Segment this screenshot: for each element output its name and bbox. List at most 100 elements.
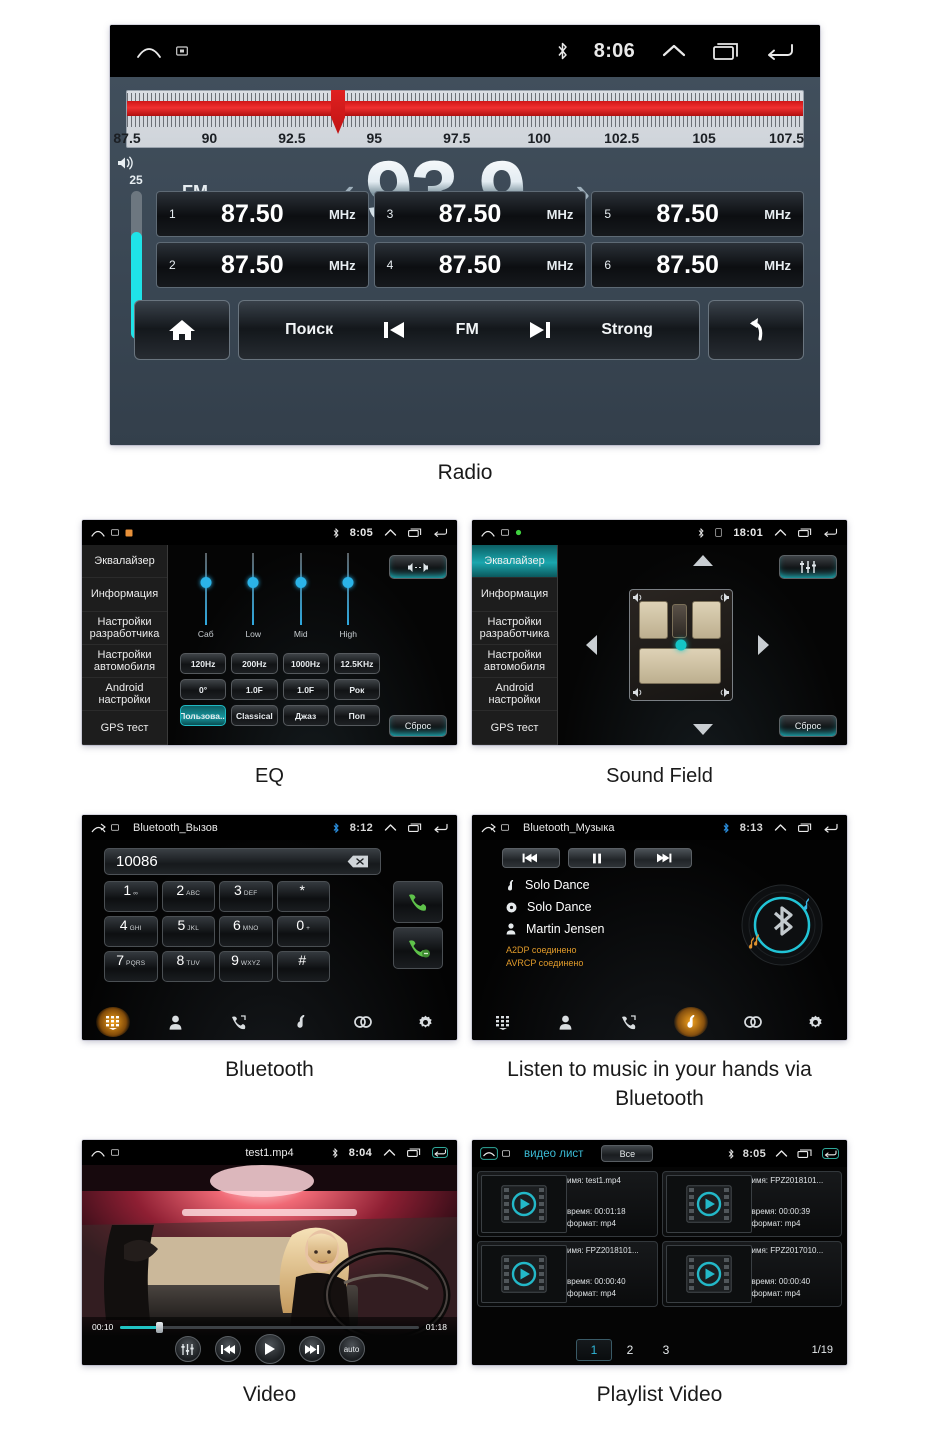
bt-tab-music-icon[interactable] xyxy=(284,1007,318,1037)
eq-button-2[interactable]: 1000Hz xyxy=(282,653,329,674)
dial-key-9[interactable]: 9 WXYZ xyxy=(219,951,273,982)
eq-menu-item-2[interactable]: Настройки разработчика xyxy=(82,612,167,645)
playlist-item[interactable]: имя: FPZ2018101... время: 00:00:39 формат:… xyxy=(661,1171,842,1237)
playlist-item[interactable]: имя: FPZ2017010... время: 00:00:40 формат:… xyxy=(661,1241,842,1307)
eq-slider-knob[interactable] xyxy=(200,577,212,588)
btm-tab-music-icon[interactable] xyxy=(673,1007,708,1037)
eq-reset-button[interactable]: Сброс xyxy=(389,715,447,737)
eq-menu-item-5[interactable]: GPS тест xyxy=(82,711,167,745)
eq-slider-1[interactable]: Low xyxy=(230,553,278,648)
video-prev-button[interactable] xyxy=(214,1336,241,1362)
home-icon[interactable] xyxy=(480,822,497,834)
playlist-item[interactable]: имя: FPZ2018101... время: 00:00:40 формат:… xyxy=(477,1241,658,1307)
band-button[interactable]: FM xyxy=(456,321,479,339)
video-equalizer-button[interactable] xyxy=(174,1336,201,1362)
sf-up-arrow[interactable] xyxy=(692,555,713,566)
sf-menu-item-2[interactable]: Настройки разработчика xyxy=(472,612,557,645)
home-icon[interactable] xyxy=(136,43,162,59)
chevron-up-icon[interactable] xyxy=(384,823,397,832)
sf-right-arrow[interactable] xyxy=(758,635,769,655)
eq-button-8[interactable]: Пользова... xyxy=(180,705,227,726)
eq-slider-knob[interactable] xyxy=(247,577,259,588)
back-icon[interactable] xyxy=(823,528,838,537)
bt-tab-call-history-icon[interactable] xyxy=(221,1007,255,1037)
dial-key-1[interactable]: 1 ∞ xyxy=(104,881,158,912)
video-seek-track[interactable] xyxy=(120,1321,419,1333)
back-icon[interactable] xyxy=(766,42,794,60)
dial-key-7[interactable]: 7 PQRS xyxy=(104,951,158,982)
preset-button[interactable]: 1 87.50 MHz xyxy=(156,191,369,237)
eq-slider-2[interactable]: Mid xyxy=(277,553,325,648)
back-icon[interactable] xyxy=(823,823,839,833)
video-thumbnail[interactable] xyxy=(481,1175,567,1233)
balance-icon-button[interactable] xyxy=(389,555,447,579)
music-prev-button[interactable] xyxy=(502,848,560,868)
dial-key-8[interactable]: 8 TUV xyxy=(161,951,215,982)
sound-focus-dot[interactable] xyxy=(675,639,686,651)
recent-apps-icon[interactable] xyxy=(797,1148,813,1159)
car-cabin-diagram[interactable] xyxy=(628,589,733,701)
back-icon[interactable] xyxy=(822,1148,839,1159)
dial-key-*[interactable]: * xyxy=(276,881,330,912)
video-seek-knob[interactable] xyxy=(156,1321,164,1333)
sf-menu-item-4[interactable]: Android настройки xyxy=(472,678,557,712)
preset-button[interactable]: 5 87.50 MHz xyxy=(591,191,804,237)
playlist-item[interactable]: имя: test1.mp4 время: 00:01:18 формат: mp4 xyxy=(477,1171,658,1237)
dial-key-2[interactable]: 2 ABC xyxy=(161,881,215,912)
eq-button-1[interactable]: 200Hz xyxy=(231,653,278,674)
chevron-up-icon[interactable] xyxy=(775,1149,788,1158)
video-frame[interactable]: 00:10 01:18 auto xyxy=(82,1165,457,1365)
eq-slider-knob[interactable] xyxy=(295,577,307,588)
dial-key-6[interactable]: 6 MNO xyxy=(219,916,273,947)
btm-tab-link-icon[interactable] xyxy=(736,1007,770,1037)
video-play-button[interactable] xyxy=(254,1334,285,1364)
home-icon[interactable] xyxy=(91,528,105,537)
eq-button-0[interactable]: 120Hz xyxy=(180,653,227,674)
bluetooth-screen[interactable]: Bluetooth_Вызов 8:12 10086 1 ∞ 2 ABC 3 D… xyxy=(82,815,457,1040)
sound-field-screen[interactable]: 18:01 Эквалайзер Информация Настройки разр… xyxy=(472,520,847,745)
dial-key-3[interactable]: 3 DEF xyxy=(219,881,273,912)
video-thumbnail[interactable] xyxy=(665,1175,752,1233)
recent-apps-icon[interactable] xyxy=(408,528,422,537)
eq-button-3[interactable]: 12.5KHz xyxy=(333,653,380,674)
sf-down-arrow[interactable] xyxy=(692,724,713,735)
video-auto-button[interactable]: auto xyxy=(338,1336,365,1362)
dial-key-#[interactable]: # xyxy=(276,951,330,982)
eq-button-9[interactable]: Classical xyxy=(231,705,278,726)
recent-apps-icon[interactable] xyxy=(408,823,422,832)
back-icon[interactable] xyxy=(433,823,449,833)
recent-apps-icon[interactable] xyxy=(713,42,740,60)
sf-left-arrow[interactable] xyxy=(586,635,597,655)
eq-slider-3[interactable]: High xyxy=(325,553,373,648)
chevron-up-icon[interactable] xyxy=(384,528,397,537)
eq-menu-item-4[interactable]: Android настройки xyxy=(82,678,167,712)
chevron-up-icon[interactable] xyxy=(383,1148,396,1157)
page-button-2[interactable]: 2 xyxy=(612,1339,648,1361)
backspace-icon[interactable] xyxy=(347,855,369,868)
playlist-video-screen[interactable]: видео лист Все 8:05 имя: test1.mp4 время: xyxy=(472,1140,847,1365)
call-end-button[interactable] xyxy=(393,927,443,969)
video-thumbnail[interactable] xyxy=(665,1245,752,1303)
prev-track-icon[interactable] xyxy=(381,319,407,341)
sf-menu-item-5[interactable]: GPS тест xyxy=(472,711,557,745)
sf-menu-item-3[interactable]: Настройки автомобиля xyxy=(472,645,557,679)
strong-label[interactable]: Strong xyxy=(601,321,653,339)
call-answer-button[interactable] xyxy=(393,881,443,923)
eq-button-10[interactable]: Джаз xyxy=(282,705,329,726)
eq-slider-group[interactable]: Саб Low Mid High xyxy=(182,553,372,648)
eq-button-11[interactable]: Поп xyxy=(333,705,380,726)
btm-tab-contacts-icon[interactable] xyxy=(549,1007,583,1037)
back-icon[interactable] xyxy=(432,1147,448,1158)
eq-screen[interactable]: 8:05 Эквалайзер Информация Настройки разра… xyxy=(82,520,457,745)
eq-slider-0[interactable]: Саб xyxy=(182,553,230,648)
chevron-up-icon[interactable] xyxy=(774,528,787,537)
music-pause-button[interactable] xyxy=(568,848,626,868)
recent-apps-icon[interactable] xyxy=(798,528,812,537)
recent-apps-icon[interactable] xyxy=(798,823,812,832)
dial-key-0[interactable]: 0 + xyxy=(276,916,330,947)
home-icon[interactable] xyxy=(480,1147,498,1160)
home-icon[interactable] xyxy=(90,822,107,834)
eq-button-5[interactable]: 1.0F xyxy=(231,679,278,700)
eq-button-6[interactable]: 1.0F xyxy=(282,679,329,700)
playlist-filter-all-button[interactable]: Все xyxy=(601,1145,654,1162)
